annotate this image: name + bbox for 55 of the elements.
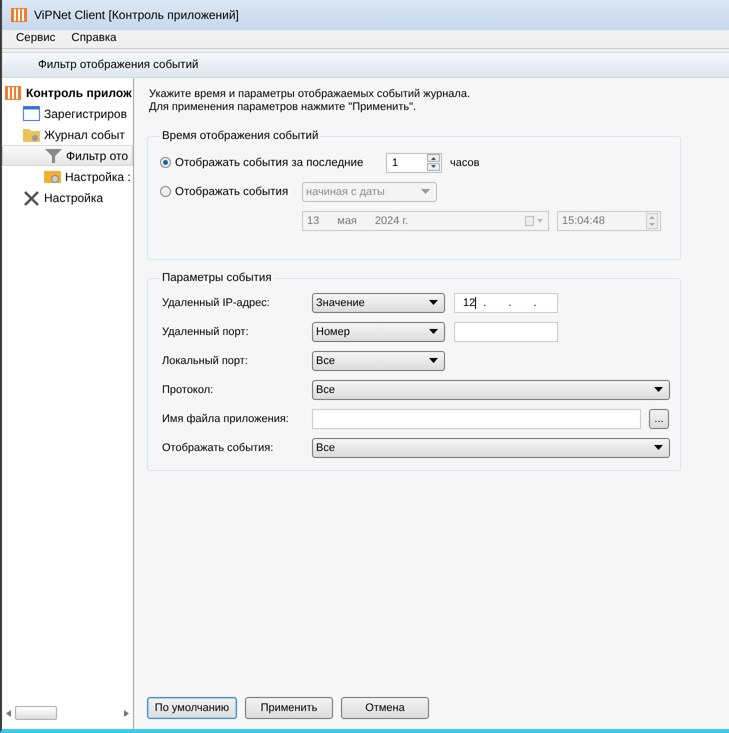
dropdown-arrow-icon <box>429 329 438 334</box>
dropdown-arrow-icon <box>654 445 663 450</box>
folder-icon <box>23 127 40 142</box>
spin-field[interactable]: 1 <box>386 152 442 172</box>
filter-icon <box>45 148 62 163</box>
event-params-group: Параметры события Удаленный IP-адрес: Значение 12 . . . Удаленный порт: Номер Локальный порт: Все Протокол: Все Имя файла приложения: ... Отображать события: Все <box>147 272 681 471</box>
dropdown-arrow-icon <box>654 387 663 392</box>
calendar-dropdown-icon[interactable] <box>525 216 545 226</box>
dropdown-arrow-icon <box>421 189 430 194</box>
tree-item[interactable]: Настройка <box>2 187 133 208</box>
browse-button[interactable]: ... <box>649 408 669 428</box>
field-label: Удаленный IP-адрес: <box>161 296 271 308</box>
dropdown[interactable]: Значение <box>312 292 445 312</box>
app-logo-icon <box>10 7 28 23</box>
settings-icon <box>44 169 61 184</box>
radio-button[interactable] <box>160 157 171 168</box>
field-label: Удаленный порт: <box>161 326 250 338</box>
scroll-right-icon[interactable] <box>124 710 129 716</box>
tree-item[interactable]: Фильтр ото <box>2 145 133 166</box>
tree-item[interactable]: Настройка : <box>2 166 133 187</box>
spin-arrows-icon[interactable] <box>646 212 658 228</box>
tree-item[interactable]: Журнал событ <box>2 124 133 145</box>
time-group: Время отображения событий Отображать события за последние 1 часов Отображать события начиная с даты 13 мая 2024 г. 15:04:48 <box>147 130 681 260</box>
input-field[interactable]: 12 . . . <box>454 292 558 312</box>
unit-label: часов <box>450 156 480 168</box>
tools-icon <box>23 190 40 206</box>
dialog-button[interactable]: Применить <box>245 697 333 719</box>
input-field[interactable] <box>312 408 641 428</box>
horizontal-scrollbar[interactable] <box>6 705 129 721</box>
dialog-button[interactable]: По умолчанию <box>147 697 237 719</box>
menu-item[interactable]: Сервис <box>8 30 64 48</box>
dropdown[interactable]: Все <box>312 350 445 370</box>
dropdown[interactable]: Все <box>312 380 670 400</box>
field-label: Локальный порт: <box>161 354 249 366</box>
tree-item[interactable]: Зарегистриров <box>2 103 133 124</box>
scroll-left-icon[interactable] <box>6 710 11 716</box>
field-label: Протокол: <box>161 384 214 396</box>
window-icon <box>23 106 40 121</box>
instructions-text: Укажите время и параметры отображаемых событий журнала. Для применения параметров нажмите "Применить". <box>149 88 472 114</box>
field-label: Отображать события: <box>161 442 274 454</box>
dropdown[interactable]: Все <box>312 438 670 458</box>
dropdown-arrow-icon <box>429 358 438 363</box>
spin-down-icon[interactable] <box>427 163 440 171</box>
radio-label: Отображать события за последние <box>175 156 364 168</box>
field-label: Имя файла приложения: <box>161 412 290 424</box>
header-bar: Фильтр отображения событий <box>2 52 729 78</box>
menu-item[interactable]: Справка <box>63 30 125 48</box>
dropdown-arrow-icon <box>429 300 438 305</box>
dropdown[interactable]: Номер <box>312 322 445 342</box>
input-field[interactable] <box>454 322 558 342</box>
tree-item[interactable]: Контроль прилож <box>2 82 133 103</box>
spin-up-icon[interactable] <box>427 154 440 162</box>
radio-label: Отображать события <box>175 186 288 198</box>
window-title: ViPNet Client [Контроль приложений] <box>34 8 239 22</box>
dialog-button[interactable]: Отмена <box>341 697 429 719</box>
